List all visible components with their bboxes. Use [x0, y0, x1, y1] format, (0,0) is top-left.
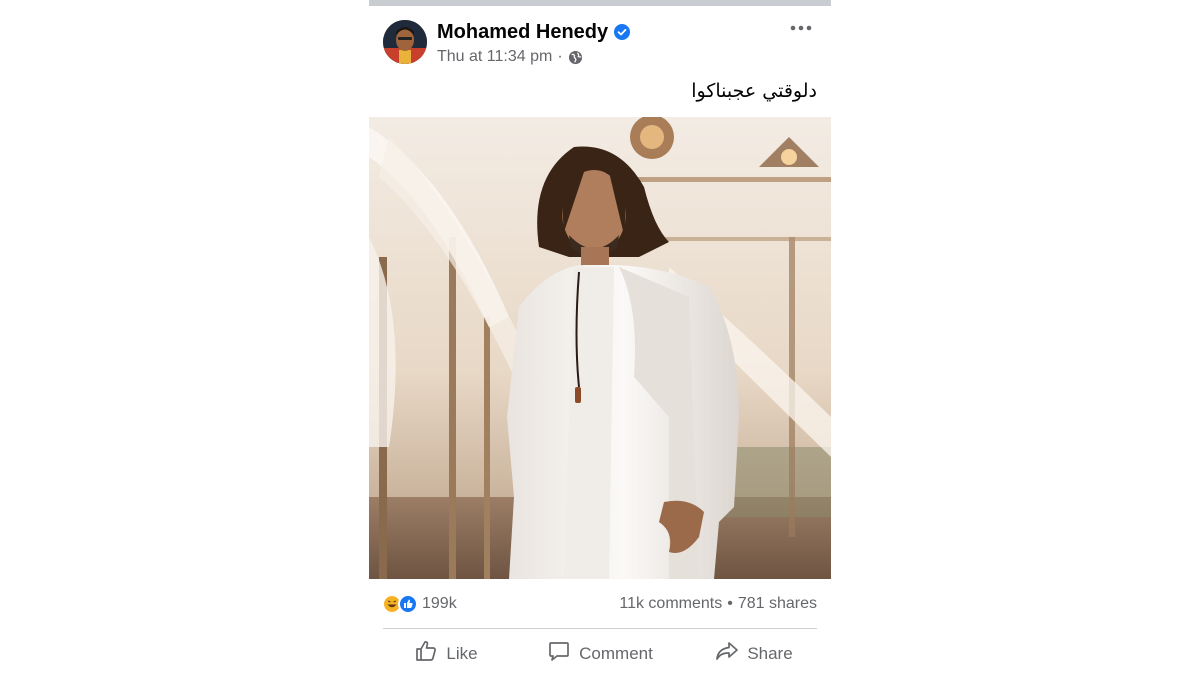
- author-name-row: Mohamed Henedy: [437, 20, 631, 44]
- verified-badge-icon: [614, 24, 631, 40]
- more-options-icon[interactable]: [787, 18, 815, 38]
- reactions-summary[interactable]: 199k: [382, 594, 457, 614]
- like-label: Like: [446, 643, 478, 663]
- author-avatar[interactable]: [383, 20, 427, 64]
- share-arrow-icon: [715, 639, 739, 668]
- post-timestamp[interactable]: Thu at 11:34 pm: [437, 48, 552, 66]
- post-stats: 199k 11k comments • 781 shares: [369, 585, 831, 623]
- globe-icon: [568, 50, 583, 65]
- like-reaction-icon: [398, 594, 418, 614]
- thumbs-up-icon: [414, 639, 438, 668]
- share-button[interactable]: Share: [677, 632, 831, 675]
- post-caption: دلوقتي عجبناكوا: [691, 80, 817, 102]
- like-button[interactable]: Like: [369, 632, 523, 675]
- post-meta: Thu at 11:34 pm ·: [437, 47, 583, 67]
- facebook-post-card: Mohamed Henedy Thu at 11:34 pm · دلوقتي …: [369, 0, 831, 675]
- post-photo[interactable]: [369, 117, 831, 579]
- post-actions-bar: Like Comment Share: [369, 632, 831, 675]
- author-name[interactable]: Mohamed Henedy: [437, 21, 608, 44]
- stats-bullet: •: [727, 595, 733, 612]
- speech-bubble-icon: [547, 639, 571, 668]
- share-label: Share: [747, 643, 793, 663]
- comment-button[interactable]: Comment: [523, 632, 677, 675]
- actions-divider: [383, 628, 817, 629]
- engagement-counts: 11k comments • 781 shares: [619, 595, 817, 613]
- reaction-count: 199k: [422, 595, 457, 612]
- comment-label: Comment: [579, 643, 653, 663]
- shares-count[interactable]: 781 shares: [738, 595, 817, 613]
- meta-separator: ·: [557, 48, 563, 65]
- post-header: Mohamed Henedy Thu at 11:34 pm ·: [369, 6, 831, 78]
- comments-count[interactable]: 11k comments: [619, 595, 722, 613]
